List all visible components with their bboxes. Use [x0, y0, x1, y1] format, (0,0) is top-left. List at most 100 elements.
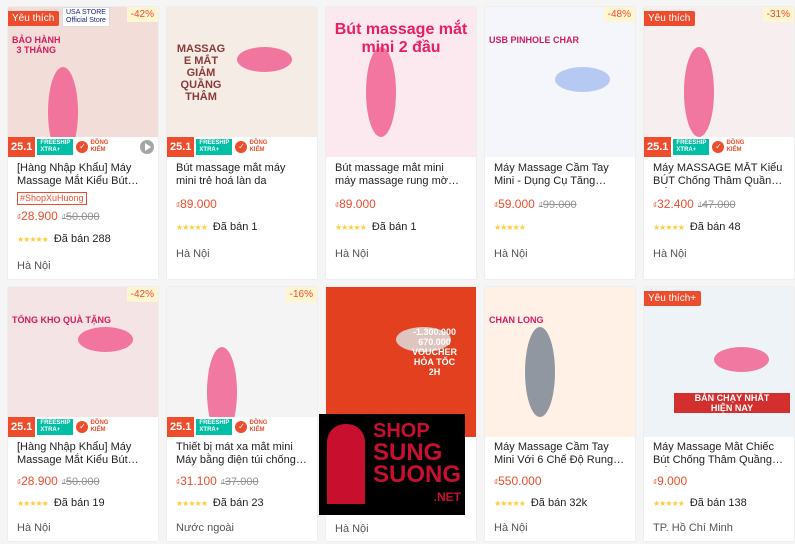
promo-strip: 25.1 FREESHIP XTRA+ ✓ ĐỒNG KIỂM	[167, 137, 317, 157]
original-price: ₫99.000	[538, 199, 577, 211]
image-caption: TỔNG KHO QUÀ TẶNG	[12, 315, 111, 325]
price-row: ₫28.900 ₫50.000	[17, 209, 149, 223]
rating-row: ★★★★★ Đã bán 1	[176, 221, 308, 234]
sold-count: Đã bán 23	[212, 497, 264, 509]
promo-strip: 25.1 FREESHIP XTRA+ ✓ ĐỒNG KIỂM	[8, 137, 158, 157]
product-card[interactable]: USB PINHOLE CHAR -48% Máy Massage Cầm Tay …	[485, 7, 635, 279]
price-row: ₫89.000	[335, 197, 467, 211]
image-caption: BÁN CHẠY NHẤT HIỆN NAY	[674, 393, 790, 413]
product-shape	[714, 347, 769, 372]
product-info: [Hàng Nhập Khẩu] Máy Massage Mắt Kiểu Bú…	[8, 437, 158, 534]
rating-stars: ★★★★★	[17, 235, 49, 244]
rating-stars: ★★★★★	[17, 499, 49, 508]
dong-kiem-badge: ĐỒNG KIỂM	[90, 140, 109, 153]
product-price: ₫32.400	[653, 197, 694, 211]
freeship-badge: FREESHIP XTRA+	[196, 139, 233, 155]
rating-stars: ★★★★★	[494, 499, 526, 508]
product-location: Hà Nội	[494, 522, 528, 534]
product-location: Hà Nội	[335, 248, 369, 260]
product-price: ₫28.900	[17, 209, 58, 223]
play-icon[interactable]	[140, 140, 154, 154]
freeship-badge: FREESHIP XTRA+	[673, 139, 710, 155]
product-card[interactable]: -16% 25.1 FREESHIP XTRA+ ✓ ĐỒNG KIỂM Thiết bị m…	[167, 287, 317, 541]
rating-stars: ★★★★★	[335, 223, 367, 232]
product-title: Máy Massage Cầm Tay Mini - Dụng Cụ Tăng …	[494, 162, 609, 187]
product-price: ₫59.000	[494, 197, 535, 211]
product-thumbnail[interactable]: CHAN LONG	[485, 287, 635, 437]
image-caption: CHAN LONG	[489, 315, 544, 325]
product-info: Máy Massage Cầm Tay Mini - Dụng Cụ Tăng …	[485, 157, 635, 260]
rating-row: ★★★★★ Đã bán 288	[17, 233, 149, 246]
product-thumbnail[interactable]: USB PINHOLE CHAR -48%	[485, 7, 635, 157]
product-thumbnail[interactable]: TỔNG KHO QUÀ TẶNG -42% 25.1 FREESHIP XTRA+ ✓ Đ…	[8, 287, 158, 437]
product-title: [Hàng Nhập Khẩu] Máy Massage Mắt Kiểu Bú…	[17, 162, 132, 187]
product-title: Bút massage mắt máy mini trẻ hoá làn da	[176, 162, 286, 187]
shop-ad-banner[interactable]: SHOP SUNG SUONG .NET	[319, 414, 465, 515]
product-card[interactable]: BẢO HÀNH 3 THÁNG Yêu thích USA STORE Offici…	[8, 7, 158, 279]
dong-kiem-badge: ĐỒNG KIỂM	[90, 420, 109, 433]
dong-kiem-badge: ĐỒNG KIỂM	[249, 140, 268, 153]
rating-row: ★★★★★ Đã bán 32k	[494, 497, 626, 510]
rating-stars: ★★★★★	[494, 223, 526, 232]
product-title: Bút massage mắt mini máy massage rung mờ…	[335, 162, 448, 187]
product-location: Hà Nội	[335, 523, 369, 535]
promo-strip: 25.1 FREESHIP XTRA+ ✓ ĐỒNG KIỂM	[167, 417, 317, 437]
product-title: Máy Massage Mắt Chiếc Bút Chống Thâm Quầ…	[653, 441, 775, 466]
rating-stars: ★★★★★	[176, 499, 208, 508]
price-row: ₫9.000	[653, 474, 785, 488]
product-price: ₫9.000	[653, 474, 688, 488]
product-shape	[525, 327, 555, 417]
dong-kiem-badge: ĐỒNG KIỂM	[249, 420, 268, 433]
product-thumbnail[interactable]: -16% 25.1 FREESHIP XTRA+ ✓ ĐỒNG KIỂM	[167, 287, 317, 437]
promo-date: 25.1	[8, 137, 36, 157]
image-caption: Bút massage mắt mini 2 đầu	[334, 21, 468, 56]
product-title: Máy Massage Cầm Tay Mini Với 6 Chế Độ Ru…	[494, 441, 614, 466]
product-thumbnail[interactable]: BẢO HÀNH 3 THÁNG Yêu thích USA STORE Offici…	[8, 7, 158, 157]
image-caption: -1.300.000 670.000 VOUCHER HỎA TỐC 2H	[412, 327, 458, 377]
promo-date: 25.1	[8, 417, 36, 437]
product-title: [Hàng Nhập Khẩu] Máy Massage Mắt Kiểu Bú…	[17, 441, 132, 466]
product-title: Thiết bị mát xa mắt mini Máy bằng điện t…	[176, 441, 296, 466]
rating-stars: ★★★★★	[653, 223, 685, 232]
ad-line-4: .NET	[433, 490, 462, 504]
rating-row: ★★★★★ Đã bán 138	[653, 497, 785, 510]
product-thumbnail[interactable]: Bút massage mắt mini 2 đầu	[326, 7, 476, 157]
usa-store-badge: USA STORE Official Store	[62, 7, 110, 27]
price-row: ₫31.100 ₫37.000	[176, 474, 308, 488]
product-info: [Hàng Nhập Khẩu] Máy Massage Mắt Kiểu Bú…	[8, 157, 158, 272]
product-shape	[78, 327, 133, 352]
product-card[interactable]: BÁN CHẠY NHẤT HIỆN NAY Yêu thích+ Máy Mass…	[644, 287, 794, 541]
product-shape	[366, 47, 396, 137]
sold-count: Đã bán 288	[53, 233, 111, 245]
product-card[interactable]: TỔNG KHO QUÀ TẶNG -42% 25.1 FREESHIP XTRA+ ✓ Đ…	[8, 287, 158, 541]
rating-row: ★★★★★ Đã bán 19	[17, 497, 149, 510]
product-location: Hà Nội	[653, 248, 687, 260]
product-tag: #ShopXuHuong	[17, 192, 87, 205]
check-icon: ✓	[76, 141, 89, 153]
product-image	[485, 287, 635, 437]
product-info: Bút massage mắt máy mini trẻ hoá làn da ₫…	[167, 157, 317, 260]
product-card[interactable]: Bút massage mắt mini 2 đầu Bút massage mắ…	[326, 7, 476, 279]
sold-count: Đã bán 138	[689, 497, 747, 509]
sold-count: Đã bán 48	[689, 221, 741, 233]
product-info: Thiết bị mát xa mắt mini Máy bằng điện t…	[167, 437, 317, 534]
product-thumbnail[interactable]: Yêu thích -31% 25.1 FREESHIP XTRA+ ✓ ĐỒNG KIỂM	[644, 7, 794, 157]
rating-row: ★★★★★ Đã bán 48	[653, 221, 785, 234]
product-info: Bút massage mắt mini máy massage rung mờ…	[326, 157, 476, 260]
product-thumbnail[interactable]: BÁN CHẠY NHẤT HIỆN NAY Yêu thích+	[644, 287, 794, 437]
product-title: Máy MASSAGE MẮT Kiểu BÚT Chống Thâm Quần…	[653, 162, 783, 187]
image-caption: MASSAG E MẮT GIẢM QUẦNG THÂM	[176, 43, 226, 103]
check-icon: ✓	[235, 421, 248, 433]
check-icon: ✓	[712, 141, 725, 153]
image-caption: USB PINHOLE CHAR	[489, 35, 580, 45]
original-price: ₫47.000	[697, 199, 736, 211]
product-shape	[237, 47, 292, 72]
favorite-badge: Yêu thích	[644, 11, 696, 26]
product-card[interactable]: Yêu thích -31% 25.1 FREESHIP XTRA+ ✓ ĐỒNG KIỂM M…	[644, 7, 794, 279]
price-row: ₫89.000	[176, 197, 308, 211]
product-card[interactable]: MASSAG E MẮT GIẢM QUẦNG THÂM 25.1 FREESHIP…	[167, 7, 317, 279]
sold-count: Đã bán 1	[371, 221, 417, 233]
dong-kiem-badge: ĐỒNG KIỂM	[726, 140, 745, 153]
product-thumbnail[interactable]: MASSAG E MẮT GIẢM QUẦNG THÂM 25.1 FREESHIP…	[167, 7, 317, 157]
product-card[interactable]: CHAN LONG Máy Massage Cầm Tay Mini Với 6 …	[485, 287, 635, 541]
